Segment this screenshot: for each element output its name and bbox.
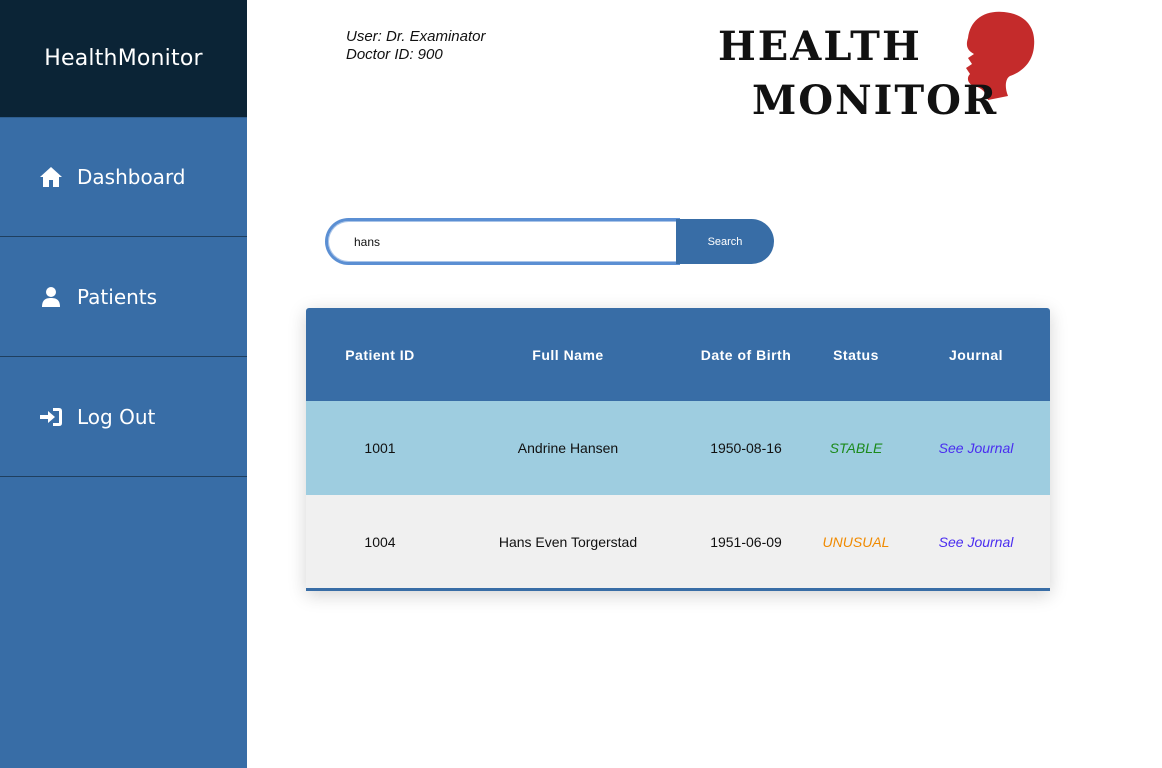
- column-header-date-of-birth[interactable]: Date of Birth: [682, 308, 810, 401]
- sign-in-icon: [38, 405, 64, 429]
- patients-table-card: Patient ID Full Name Date of Birth Statu…: [306, 308, 1050, 591]
- date-of-birth-cell: 1951-06-09: [710, 534, 782, 550]
- brand-title: HealthMonitor: [44, 46, 203, 71]
- patient-id-cell: 1001: [364, 440, 396, 456]
- journal-cell: See Journal: [902, 495, 1050, 588]
- journal-cell: See Journal: [902, 401, 1050, 495]
- doctor-id: Doctor ID: 900: [346, 46, 443, 63]
- table-row[interactable]: 1004 Hans Even Torgerstad 1951-06-09 UNU…: [306, 495, 1050, 588]
- logo-line2: MONITOR: [752, 77, 998, 120]
- home-icon: [38, 165, 64, 189]
- sidebar: HealthMonitor Dashboard Patients Log Out: [0, 0, 247, 768]
- column-header-status[interactable]: Status: [810, 308, 902, 401]
- column-header-patient-id[interactable]: Patient ID: [306, 308, 454, 401]
- search-input[interactable]: [325, 218, 680, 265]
- sidebar-item-patients[interactable]: Patients: [0, 237, 247, 357]
- see-journal-link[interactable]: See Journal: [939, 440, 1014, 456]
- table-header-row: Patient ID Full Name Date of Birth Statu…: [306, 308, 1050, 401]
- status-cell: UNUSUAL: [822, 534, 890, 550]
- date-of-birth-cell: 1950-08-16: [710, 440, 782, 456]
- see-journal-link[interactable]: See Journal: [939, 534, 1014, 550]
- search-button[interactable]: Search: [676, 219, 774, 264]
- patient-id-cell: 1004: [364, 534, 396, 550]
- status-cell: STABLE: [829, 440, 883, 456]
- brand-header: HealthMonitor: [0, 0, 247, 117]
- sidebar-item-dashboard[interactable]: Dashboard: [0, 117, 247, 237]
- logo-line1: HEALTH: [718, 23, 922, 70]
- patients-table: Patient ID Full Name Date of Birth Statu…: [306, 308, 1050, 588]
- user-info: User: Dr. Examinator Doctor ID: 900: [346, 28, 485, 64]
- sidebar-item-label: Log Out: [77, 404, 156, 429]
- column-header-full-name[interactable]: Full Name: [454, 308, 682, 401]
- sidebar-item-label: Patients: [77, 284, 158, 309]
- full-name-cell: Hans Even Torgerstad: [498, 534, 638, 550]
- column-header-journal[interactable]: Journal: [902, 308, 1050, 401]
- user-name: User: Dr. Examinator: [346, 28, 486, 45]
- sidebar-item-label: Dashboard: [77, 165, 186, 189]
- search-bar: Search: [325, 218, 774, 265]
- table-row[interactable]: 1001 Andrine Hansen 1950-08-16 STABLE Se…: [306, 401, 1050, 495]
- user-icon: [38, 285, 64, 309]
- sidebar-item-logout[interactable]: Log Out: [0, 357, 247, 477]
- full-name-cell: Andrine Hansen: [517, 440, 619, 456]
- health-monitor-logo: HEALTH MONITOR: [718, 11, 1035, 120]
